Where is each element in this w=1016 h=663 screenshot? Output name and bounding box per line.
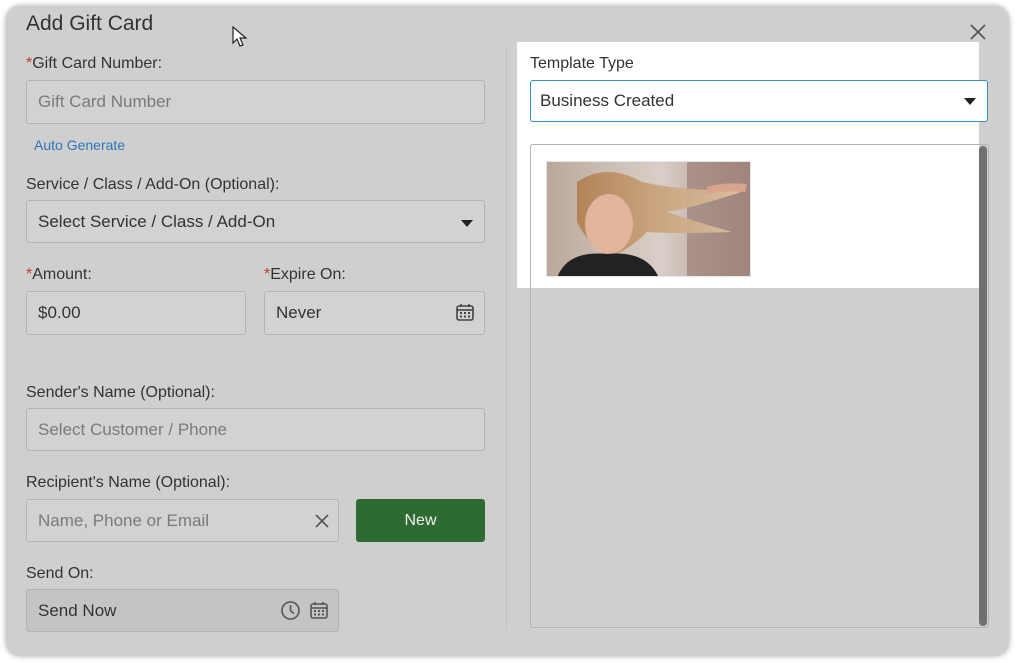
dialog-title: Add Gift Card	[26, 12, 154, 35]
service-label: Service / Class / Add-On (Optional):	[26, 176, 280, 193]
clock-icon[interactable]	[280, 600, 301, 621]
send-on-label: Send On:	[26, 565, 94, 582]
amount-label: *Amount:	[26, 266, 92, 284]
expire-on-input[interactable]: Never	[264, 291, 485, 335]
template-type-selected-value: Business Created	[540, 91, 675, 110]
gift-card-number-label-text: Gift Card Number:	[32, 55, 163, 72]
gift-card-number-input[interactable]: Gift Card Number	[26, 80, 485, 124]
recipient-label: Recipient's Name (Optional):	[26, 474, 231, 491]
service-select[interactable]: Select Service / Class / Add-On	[26, 200, 485, 243]
sender-label: Sender's Name (Optional):	[26, 384, 215, 401]
amount-label-text: Amount:	[32, 266, 92, 283]
template-gallery-scrollbar[interactable]	[979, 146, 987, 626]
cursor-pointer-icon	[232, 26, 248, 47]
template-image	[547, 162, 750, 276]
clear-icon[interactable]	[314, 513, 330, 529]
chevron-down-icon	[964, 98, 976, 105]
expire-on-label: *Expire On:	[264, 266, 346, 284]
expire-on-value: Never	[276, 303, 322, 322]
new-recipient-button[interactable]: New	[356, 499, 485, 542]
send-on-value: Send Now	[38, 600, 117, 620]
template-type-label: Template Type	[530, 55, 634, 72]
close-icon[interactable]	[968, 22, 988, 42]
gift-card-number-label: *Gift Card Number:	[26, 55, 162, 73]
template-type-select[interactable]: Business Created	[530, 80, 988, 122]
column-divider	[506, 48, 507, 630]
sender-input[interactable]: Select Customer / Phone	[26, 408, 485, 451]
recipient-placeholder: Name, Phone or Email	[38, 510, 210, 530]
calendar-icon[interactable]	[309, 600, 329, 620]
sender-placeholder: Select Customer / Phone	[38, 419, 227, 439]
service-selected-value: Select Service / Class / Add-On	[38, 211, 276, 231]
template-thumbnail[interactable]	[546, 161, 751, 277]
expire-on-label-text: Expire On:	[270, 266, 346, 283]
auto-generate-link[interactable]: Auto Generate	[34, 137, 125, 153]
add-gift-card-dialog: Add Gift Card *Gift Card Number: Gift Ca…	[6, 6, 1009, 656]
recipient-input[interactable]: Name, Phone or Email	[26, 499, 339, 542]
calendar-icon[interactable]	[455, 302, 475, 322]
amount-value: $0.00	[38, 303, 81, 322]
chevron-down-icon	[461, 220, 473, 227]
gift-card-number-placeholder: Gift Card Number	[38, 92, 172, 111]
amount-input[interactable]: $0.00	[26, 291, 246, 335]
